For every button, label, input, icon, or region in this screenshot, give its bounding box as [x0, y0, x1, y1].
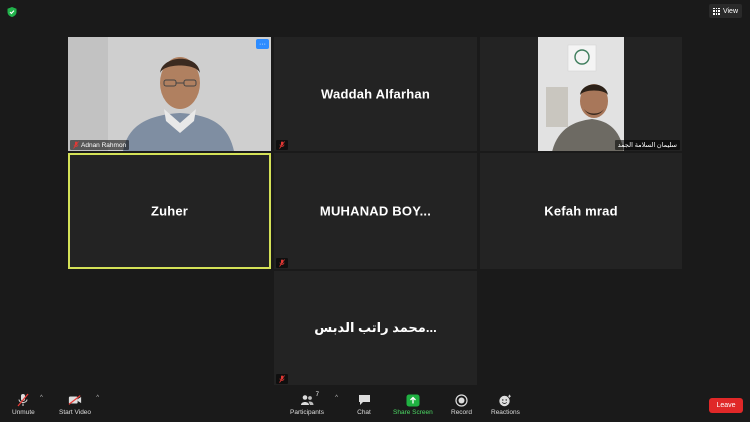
participant-name-label: سليمان السلامة الجمد [614, 140, 680, 150]
participants-button[interactable]: 7 Participants ^ [290, 392, 338, 416]
participant-tile-suleiman[interactable]: سليمان السلامة الجمد [480, 37, 682, 151]
meeting-toolbar: Unmute ^ Start Video ^ 7 Participants ^ … [0, 390, 750, 422]
mic-muted-icon [279, 141, 285, 149]
participant-tile-waddah[interactable]: Waddah Alfarhan [274, 37, 477, 151]
mic-muted-icon [73, 141, 79, 149]
start-video-button[interactable]: Start Video ^ [59, 393, 99, 416]
video-off-icon [68, 393, 82, 407]
record-icon [454, 393, 468, 407]
participants-icon: 7 [300, 392, 319, 407]
participant-status [276, 258, 288, 268]
reactions-button[interactable]: Reactions [491, 393, 520, 416]
participant-status [276, 140, 288, 150]
mic-muted-icon [279, 375, 285, 383]
unmute-button[interactable]: Unmute ^ [12, 393, 43, 416]
participant-status [276, 374, 288, 384]
more-options-button[interactable]: ··· [256, 39, 269, 49]
participant-count: 7 [315, 392, 319, 398]
smiley-icon [498, 393, 512, 407]
grid-icon [712, 7, 720, 15]
chat-button[interactable]: Chat [357, 393, 371, 416]
share-screen-button[interactable]: Share Screen [393, 393, 433, 416]
participant-name: Kefah mrad [544, 203, 618, 219]
view-button[interactable]: View [708, 4, 742, 18]
participant-video [68, 37, 271, 151]
chat-icon [357, 393, 371, 407]
participant-tile-kefah[interactable]: Kefah mrad [480, 153, 682, 269]
participant-name: ...محمد راتب الدبس [314, 320, 437, 335]
participant-tile-muhanad[interactable]: MUHANAD BOY... [274, 153, 477, 269]
chevron-up-icon[interactable]: ^ [96, 395, 99, 401]
chevron-up-icon[interactable]: ^ [40, 395, 43, 401]
record-button[interactable]: Record [451, 393, 472, 416]
security-shield-icon[interactable] [6, 5, 18, 17]
participant-name: Waddah Alfarhan [321, 86, 430, 102]
view-label: View [722, 7, 738, 15]
participant-video [538, 37, 624, 151]
share-screen-icon [406, 393, 420, 407]
chevron-up-icon[interactable]: ^ [335, 395, 338, 401]
leave-button[interactable]: Leave [709, 398, 743, 413]
participant-name: Zuher [150, 203, 189, 219]
participant-name: MUHANAD BOY... [319, 203, 432, 219]
participant-name-label: Adnan Rahmon [70, 140, 130, 150]
participant-tile-adnan[interactable]: ··· Adnan Rahmon [68, 37, 271, 151]
participant-tile-mohammad[interactable]: ...محمد راتب الدبس [274, 271, 477, 385]
person-video-image [68, 37, 271, 151]
person-video-image [538, 37, 624, 151]
participant-tile-zuher[interactable]: Zuher [68, 153, 271, 269]
mic-muted-icon [16, 393, 30, 407]
mic-muted-icon [279, 259, 285, 267]
